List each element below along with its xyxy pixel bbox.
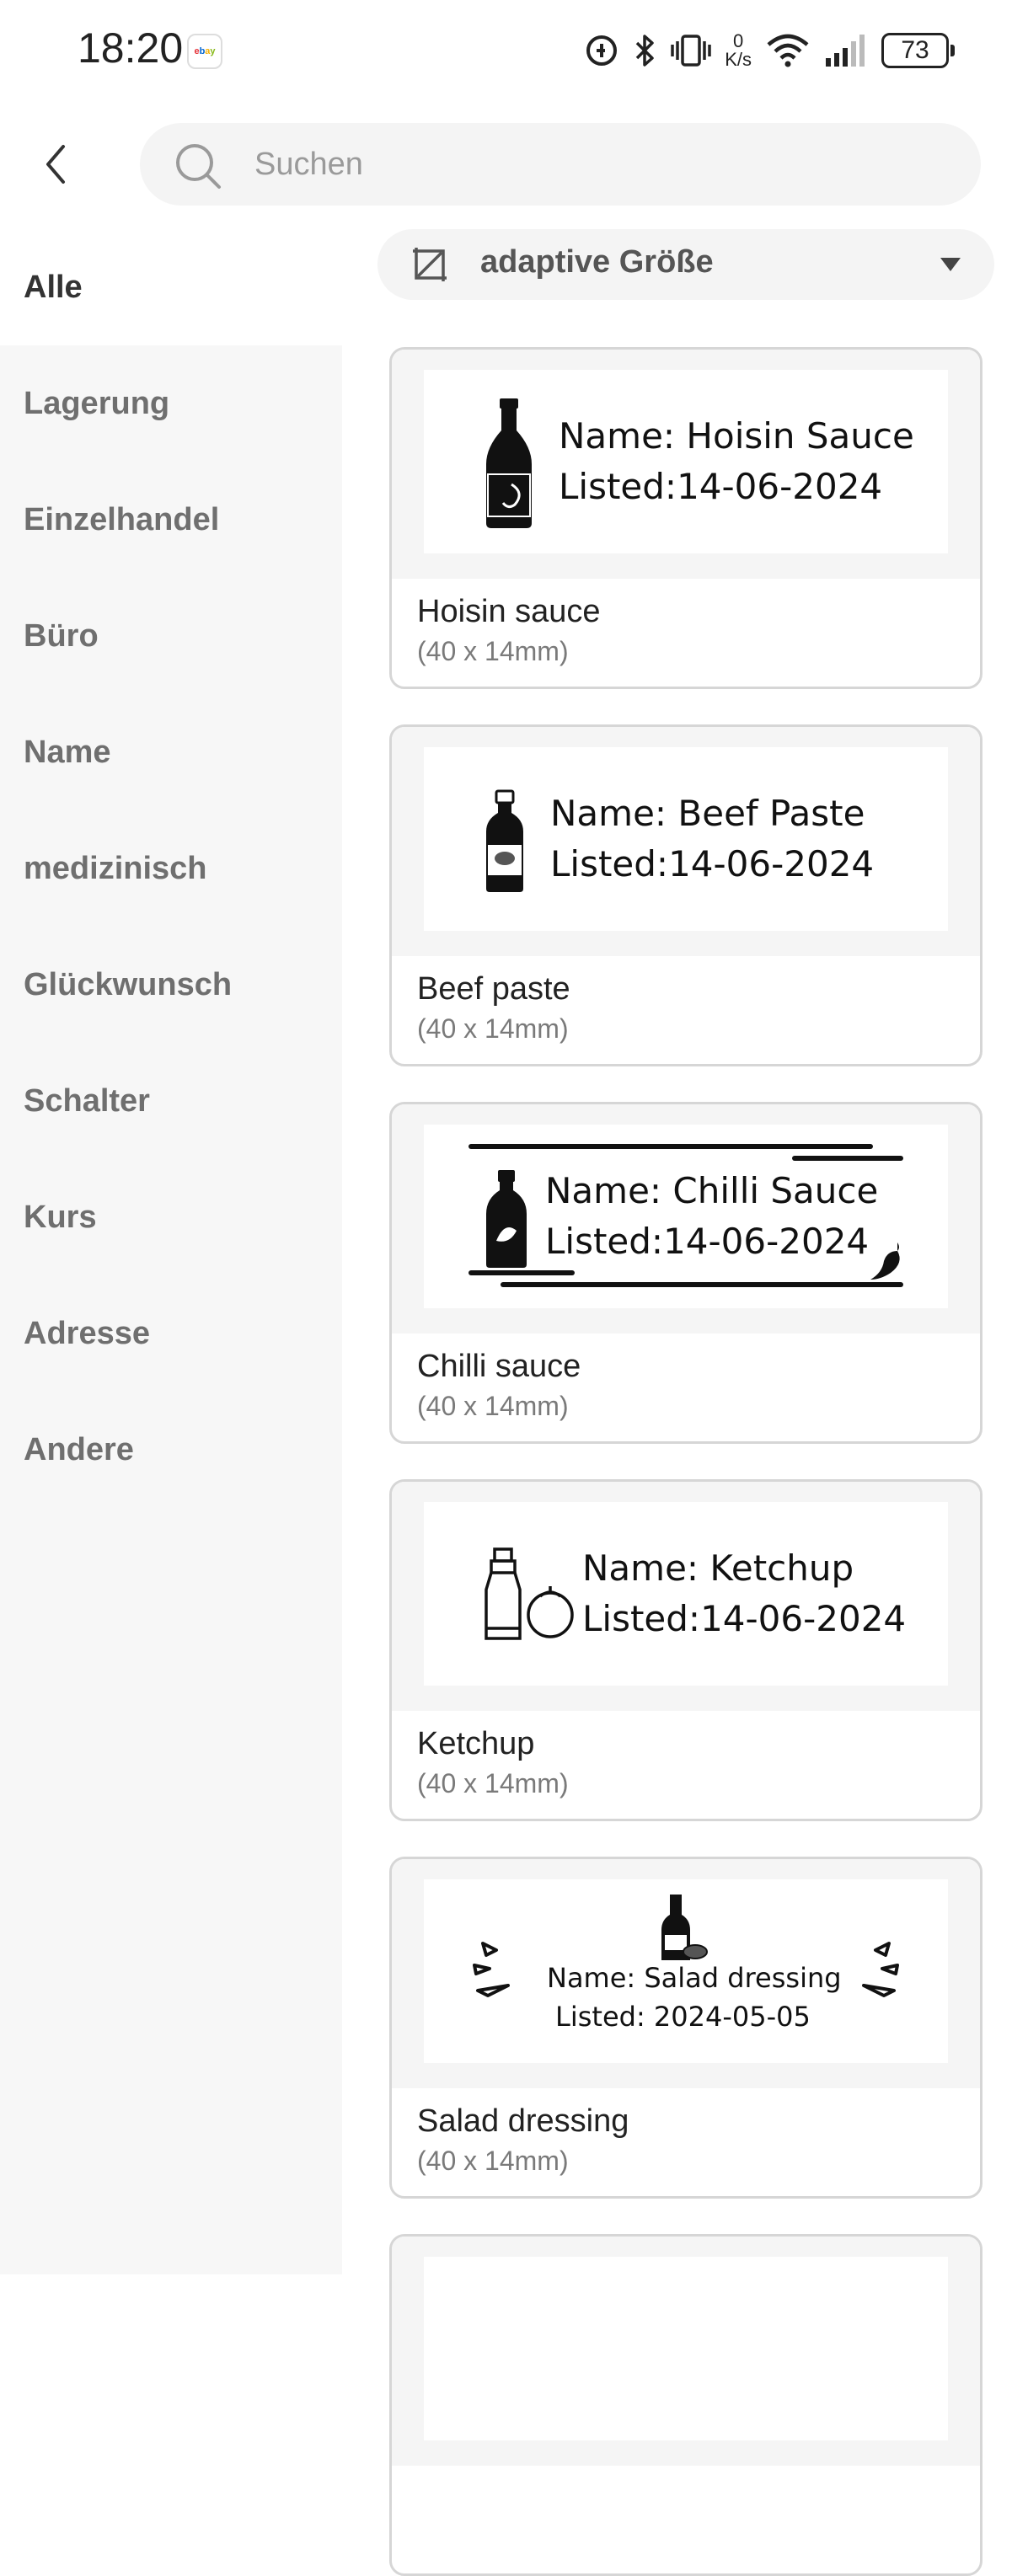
sidebar-item-schalter[interactable]: Schalter: [0, 1043, 342, 1159]
label-preview: Name: Beef Paste Listed:14-06-2024: [424, 747, 948, 931]
template-card-ketchup[interactable]: Name: Ketchup Listed:14-06-2024 Ketchup …: [389, 1479, 982, 1821]
sidebar-item-andere[interactable]: Andere: [0, 1392, 342, 1508]
template-title: Ketchup: [417, 1726, 535, 1761]
template-card-chilli-sauce[interactable]: Name: Chilli Sauce Listed:14-06-2024 Chi…: [389, 1102, 982, 1444]
sauce-bottle-icon: [486, 398, 532, 528]
label-name-line: Name: Beef Paste: [550, 793, 865, 834]
template-title: Hoisin sauce: [417, 594, 601, 629]
sidebar-item-adresse[interactable]: Adresse: [0, 1275, 342, 1392]
template-title: Beef paste: [417, 971, 570, 1007]
template-card-beef-paste[interactable]: Name: Beef Paste Listed:14-06-2024 Beef …: [389, 724, 982, 1066]
template-size: (40 x 14mm): [417, 1768, 569, 1798]
template-card-salad-dressing[interactable]: Name: Salad dressing Listed: 2024-05-05 …: [389, 1857, 982, 2199]
label-date-line: Listed: 2024-05-05: [555, 2001, 811, 2033]
sidebar-item-buero[interactable]: Büro: [0, 578, 342, 694]
label-date-line: Listed:14-06-2024: [559, 466, 883, 507]
sparkle-right-icon: [862, 1942, 899, 1997]
label-preview: [424, 2257, 948, 2440]
size-filter-dropdown[interactable]: adaptive Größe: [377, 229, 994, 300]
data-saver-icon: [586, 35, 618, 66]
crop-icon: [413, 248, 447, 281]
chilli-bottle-icon: [486, 1170, 527, 1268]
template-preview: Name: Hoisin Sauce Listed:14-06-2024: [392, 350, 980, 579]
template-size: (40 x 14mm): [417, 2146, 569, 2176]
chevron-left-icon: [46, 145, 65, 184]
template-preview: [392, 2237, 980, 2466]
back-button[interactable]: [30, 135, 81, 194]
status-icons: 0 K/s 73: [585, 25, 955, 76]
search-input[interactable]: [253, 140, 944, 189]
sidebar-item-medizinisch[interactable]: medizinisch: [0, 810, 342, 927]
label-preview: Name: Ketchup Listed:14-06-2024: [424, 1502, 948, 1686]
wifi-icon: [767, 34, 809, 67]
bluetooth-icon: [635, 35, 654, 67]
size-filter-label: adaptive Größe: [480, 244, 714, 280]
template-preview: Name: Beef Paste Listed:14-06-2024: [392, 727, 980, 956]
ebay-notification-icon: ebay: [187, 34, 222, 69]
label-preview: Name: Chilli Sauce Listed:14-06-2024: [424, 1125, 948, 1308]
sidebar-item-einzelhandel[interactable]: Einzelhandel: [0, 462, 342, 578]
label-name-line: Name: Hoisin Sauce: [559, 415, 914, 457]
dressing-bottle-icon: [661, 1895, 708, 1960]
label-name-line: Name: Ketchup: [582, 1547, 854, 1589]
label-date-line: Listed:14-06-2024: [550, 843, 875, 884]
template-title: Chilli sauce: [417, 1349, 581, 1384]
caret-down-icon: [940, 258, 961, 271]
label-name-line: Name: Chilli Sauce: [545, 1170, 879, 1211]
template-size: (40 x 14mm): [417, 1013, 569, 1044]
template-card-partial[interactable]: [389, 2234, 982, 2576]
status-time: 18:20: [78, 24, 184, 72]
label-name-line: Name: Salad dressing: [547, 1962, 842, 1994]
label-preview: Name: Hoisin Sauce Listed:14-06-2024: [424, 370, 948, 553]
sidebar-item-alle[interactable]: Alle: [0, 229, 342, 345]
search-icon: [176, 144, 221, 189]
sparkle-left-icon: [473, 1942, 510, 1997]
battery-indicator: 73: [881, 33, 955, 68]
chilli-pepper-icon: [870, 1243, 900, 1280]
label-date-line: Listed:14-06-2024: [545, 1221, 870, 1262]
network-speed: 0 K/s: [725, 30, 752, 70]
sidebar-item-name[interactable]: Name: [0, 694, 342, 810]
search-bar[interactable]: [140, 123, 981, 206]
sidebar-item-glueckwunsch[interactable]: Glückwunsch: [0, 927, 342, 1043]
label-preview: Name: Salad dressing Listed: 2024-05-05: [424, 1879, 948, 2063]
jar-bottle-icon: [486, 789, 523, 892]
template-card-hoisin[interactable]: Name: Hoisin Sauce Listed:14-06-2024 Hoi…: [389, 347, 982, 689]
template-preview: Name: Salad dressing Listed: 2024-05-05: [392, 1859, 980, 2088]
label-date-line: Listed:14-06-2024: [582, 1598, 907, 1639]
sidebar-item-lagerung[interactable]: Lagerung: [0, 345, 342, 462]
category-sidebar: Alle Lagerung Einzelhandel Büro Name med…: [0, 229, 342, 2274]
signal-icon: [826, 35, 865, 67]
ketchup-bottle-tomato-icon: [485, 1547, 574, 1640]
sidebar-item-kurs[interactable]: Kurs: [0, 1159, 342, 1275]
template-preview: Name: Chilli Sauce Listed:14-06-2024: [392, 1104, 980, 1333]
template-size: (40 x 14mm): [417, 636, 569, 666]
template-size: (40 x 14mm): [417, 1391, 569, 1421]
template-preview: Name: Ketchup Listed:14-06-2024: [392, 1482, 980, 1711]
vibrate-icon: [671, 35, 711, 67]
status-bar: 18:20 ebay 0 K/s 73: [0, 0, 1028, 101]
template-title: Salad dressing: [417, 2103, 629, 2139]
